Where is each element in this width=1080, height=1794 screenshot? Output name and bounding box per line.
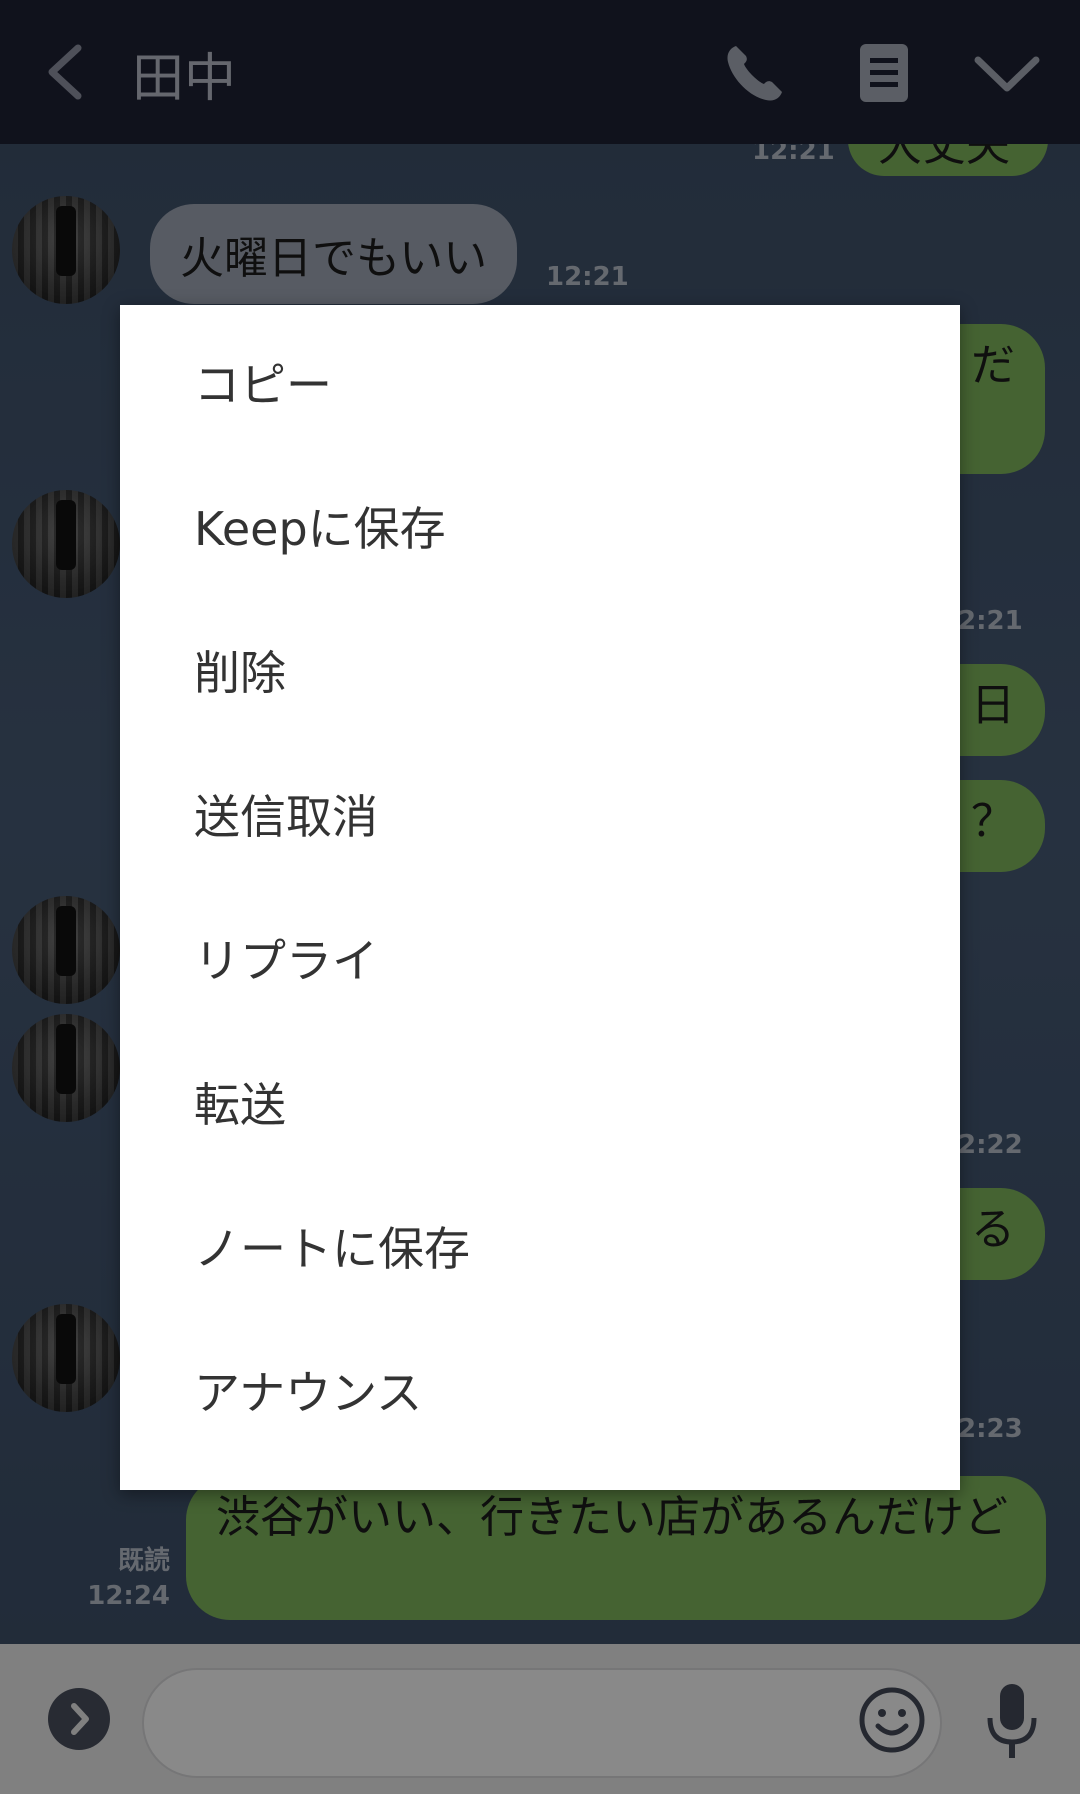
menu-item-unsend[interactable]: 送信取消 xyxy=(120,745,960,889)
menu-item-delete[interactable]: 削除 xyxy=(120,601,960,745)
menu-item-announce[interactable]: アナウンス xyxy=(120,1321,960,1465)
menu-item-keep-save[interactable]: Keepに保存 xyxy=(120,457,960,601)
message-context-menu: コピー Keepに保存 削除 送信取消 リプライ 転送 ノートに保存 アナウンス xyxy=(120,305,960,1490)
menu-item-forward[interactable]: 転送 xyxy=(120,1033,960,1177)
menu-item-save-to-note[interactable]: ノートに保存 xyxy=(120,1177,960,1321)
menu-item-reply[interactable]: リプライ xyxy=(120,889,960,1033)
menu-item-copy[interactable]: コピー xyxy=(120,313,960,457)
